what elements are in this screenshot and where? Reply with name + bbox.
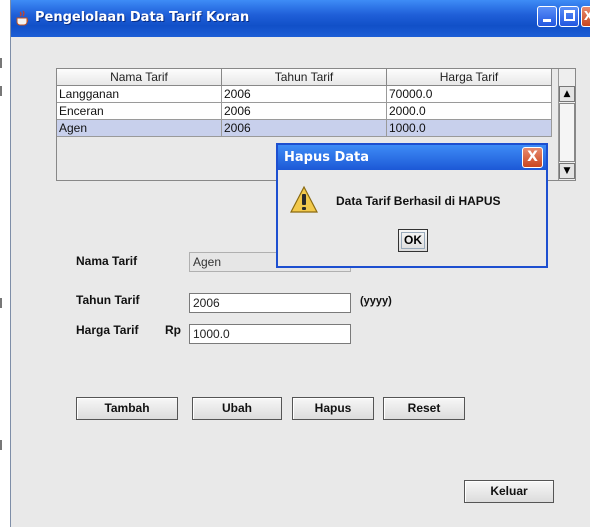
column-header-tahun[interactable]: Tahun Tarif [222,69,387,86]
minimize-button[interactable] [537,6,557,27]
table-cell: 70000.0 [387,86,552,103]
column-header-nama[interactable]: Nama Tarif [57,69,222,86]
dialog-close-button[interactable]: X [522,147,543,168]
warning-icon [290,185,318,213]
tahun-format-hint: (yyyy) [360,295,392,307]
ubah-button[interactable]: Ubah [192,397,282,420]
window-title: Pengelolaan Data Tarif Koran [35,10,250,25]
hapus-button[interactable]: Hapus [292,397,374,420]
dialog-title: Hapus Data [284,150,370,165]
keluar-button[interactable]: Keluar [464,480,554,503]
close-icon: X [583,9,590,23]
table-header: Nama Tarif Tahun Tarif Harga Tarif [57,69,552,86]
edge-mark [0,58,2,68]
column-header-harga[interactable]: Harga Tarif [387,69,552,86]
close-button[interactable]: X [581,6,590,27]
table-cell: 2006 [222,120,387,137]
scroll-track[interactable] [559,103,575,162]
harga-tarif-label: Harga Tarif [76,323,139,337]
table-body: Langganan 2006 70000.0 Enceran 2006 2000… [57,86,552,137]
edge-mark [0,86,2,96]
table-cell: 2000.0 [387,103,552,120]
scroll-up-arrow-icon[interactable]: ▲ [559,86,575,102]
maximize-button[interactable] [559,6,579,27]
tahun-tarif-label: Tahun Tarif [76,293,140,307]
harga-currency-prefix: Rp [165,323,181,337]
table-row[interactable]: Enceran 2006 2000.0 [57,103,552,120]
table-row-selected[interactable]: Agen 2006 1000.0 [57,120,552,137]
tahun-tarif-field[interactable]: 2006 [189,293,351,313]
minimize-icon [543,19,551,22]
maximize-icon [564,10,575,21]
table-scrollbar[interactable]: ▲ ▼ [558,69,575,180]
dialog-title-bar[interactable]: Hapus Data X [278,145,546,170]
table-cell: Langganan [57,86,222,103]
hapus-data-dialog: Hapus Data X Data Tarif Berhasil di HAPU… [276,143,548,268]
table-cell: 2006 [222,103,387,120]
tambah-button[interactable]: Tambah [76,397,178,420]
title-bar[interactable]: Pengelolaan Data Tarif Koran X [11,0,590,37]
java-cup-icon [16,10,29,26]
dialog-message: Data Tarif Berhasil di HAPUS [336,194,501,208]
table-cell: 1000.0 [387,120,552,137]
harga-tarif-field[interactable]: 1000.0 [189,324,351,344]
table-cell: 2006 [222,86,387,103]
close-icon: X [527,149,538,165]
edge-mark [0,440,2,450]
reset-button[interactable]: Reset [383,397,465,420]
table-cell: Enceran [57,103,222,120]
edge-mark [0,298,2,308]
table-row[interactable]: Langganan 2006 70000.0 [57,86,552,103]
nama-tarif-label: Nama Tarif [76,254,138,268]
scroll-down-arrow-icon[interactable]: ▼ [559,163,575,179]
table-cell: Agen [57,120,222,137]
ok-button[interactable]: OK [398,229,428,252]
